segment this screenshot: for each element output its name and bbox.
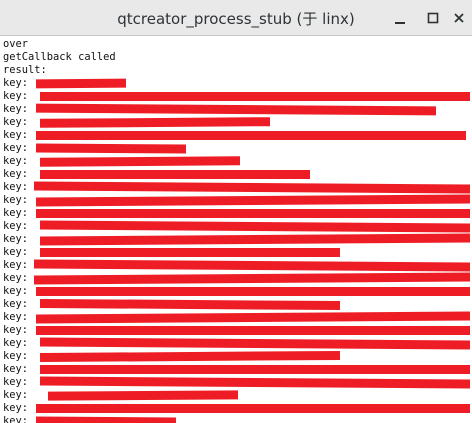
redaction-mark bbox=[39, 220, 471, 233]
key-line: key: bbox=[3, 129, 29, 141]
redaction-mark bbox=[36, 404, 470, 413]
redaction-mark bbox=[35, 103, 437, 116]
window-titlebar: qtcreator_process_stub (于 linx) bbox=[0, 0, 472, 36]
key-line: key: bbox=[3, 207, 29, 219]
redaction-mark bbox=[36, 131, 466, 140]
redaction-mark bbox=[39, 156, 241, 167]
key-line: key: bbox=[3, 363, 29, 375]
key-line: key: bbox=[3, 103, 29, 115]
key-line: key: bbox=[3, 259, 29, 271]
redaction-mark bbox=[36, 287, 470, 296]
key-line: key: bbox=[3, 77, 29, 89]
close-icon bbox=[454, 13, 464, 23]
key-line: key: bbox=[3, 311, 29, 323]
key-line: key: bbox=[3, 298, 29, 310]
key-line: key: bbox=[3, 272, 29, 284]
key-line: key: bbox=[3, 155, 29, 167]
maximize-icon bbox=[427, 12, 439, 24]
output-line-over: over bbox=[3, 38, 29, 50]
redaction-mark bbox=[36, 209, 470, 218]
redaction-mark bbox=[39, 233, 471, 246]
redaction-mark bbox=[39, 350, 341, 363]
key-line: key: bbox=[3, 402, 29, 414]
output-line-callback: getCallback called bbox=[3, 51, 116, 63]
key-line: key: bbox=[3, 337, 29, 349]
key-line: key: bbox=[3, 350, 29, 362]
minimize-icon bbox=[395, 22, 405, 24]
redaction-mark bbox=[35, 311, 471, 324]
key-line: key: bbox=[3, 220, 29, 232]
redaction-mark bbox=[47, 390, 239, 401]
key-line: key: bbox=[3, 415, 29, 423]
redaction-mark bbox=[39, 117, 271, 128]
key-line: key: bbox=[3, 142, 29, 154]
key-line: key: bbox=[3, 246, 29, 258]
key-line: key: bbox=[3, 285, 29, 297]
close-button[interactable] bbox=[450, 9, 468, 27]
redaction-mark bbox=[35, 143, 187, 154]
redaction-mark bbox=[39, 298, 341, 311]
redaction-mark bbox=[40, 365, 470, 374]
redaction-mark bbox=[40, 92, 470, 101]
key-line: key: bbox=[3, 181, 29, 193]
redaction-mark bbox=[39, 337, 471, 350]
redaction-mark bbox=[36, 326, 470, 335]
maximize-button[interactable] bbox=[424, 9, 442, 27]
redaction-mark bbox=[39, 376, 471, 389]
redaction-mark bbox=[35, 416, 177, 423]
redaction-mark bbox=[40, 170, 310, 179]
terminal-output: over getCallback called result: key: key:… bbox=[0, 36, 472, 423]
output-line-result: result: bbox=[3, 64, 47, 76]
redaction-mark bbox=[33, 259, 471, 272]
redaction-mark bbox=[33, 272, 471, 285]
redaction-mark bbox=[33, 181, 471, 194]
key-line: key: bbox=[3, 168, 29, 180]
key-line: key: bbox=[3, 233, 29, 245]
key-line: key: bbox=[3, 324, 29, 336]
key-line: key: bbox=[3, 116, 29, 128]
redaction-mark bbox=[35, 194, 471, 207]
minimize-button[interactable] bbox=[391, 9, 409, 27]
key-line: key: bbox=[3, 389, 29, 401]
redaction-mark bbox=[40, 248, 340, 257]
key-line: key: bbox=[3, 90, 29, 102]
key-line: key: bbox=[3, 194, 29, 206]
redaction-mark bbox=[35, 78, 127, 89]
key-line: key: bbox=[3, 376, 29, 388]
